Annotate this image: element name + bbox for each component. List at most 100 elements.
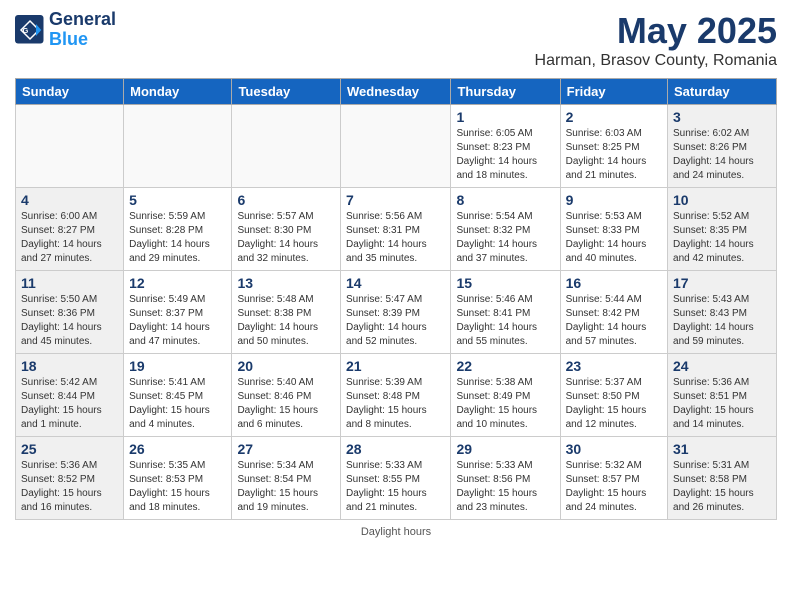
calendar-cell: 7Sunrise: 5:56 AM Sunset: 8:31 PM Daylig… bbox=[341, 188, 451, 271]
month-title: May 2025 bbox=[535, 10, 777, 52]
calendar-cell: 12 Sunrise: 5:49 AM Sunset: 8:37 PM Dayli… bbox=[124, 271, 232, 354]
logo-blue: Blue bbox=[49, 30, 116, 50]
day-info: Sunrise: 5:38 AM Sunset: 8:49 PM Dayligh… bbox=[456, 376, 554, 432]
day-info: Sunrise: 5:44 AM Sunset: 8:42 PM Dayligh… bbox=[566, 293, 662, 349]
footer: Daylight hours bbox=[15, 526, 777, 538]
calendar-cell: 11Sunrise: 5:50 AM Sunset: 8:36 PM Dayli… bbox=[16, 271, 124, 354]
day-info: Sunrise: 5:39 AM Sunset: 8:48 PM Dayligh… bbox=[346, 376, 445, 432]
calendar-week-row: 11Sunrise: 5:50 AM Sunset: 8:36 PM Dayli… bbox=[16, 271, 777, 354]
calendar-cell: 2Sunrise: 6:03 AM Sunset: 8:25 PM Daylig… bbox=[560, 105, 667, 188]
calendar-week-row: 1Sunrise: 6:05 AM Sunset: 8:23 PM Daylig… bbox=[16, 105, 777, 188]
day-info: Sunrise: 5:52 AM Sunset: 8:35 PM Dayligh… bbox=[673, 210, 771, 266]
svg-text:G: G bbox=[23, 26, 29, 35]
day-number: 22 bbox=[456, 358, 554, 374]
day-number: 12 bbox=[129, 275, 226, 291]
day-info: Sunrise: 5:36 AM Sunset: 8:51 PM Dayligh… bbox=[673, 376, 771, 432]
day-number: 28 bbox=[346, 441, 445, 457]
day-info: Sunrise: 5:40 AM Sunset: 8:46 PM Dayligh… bbox=[237, 376, 335, 432]
calendar-header-monday: Monday bbox=[124, 79, 232, 105]
location: Harman, Brasov County, Romania bbox=[535, 52, 777, 70]
day-info: Sunrise: 5:54 AM Sunset: 8:32 PM Dayligh… bbox=[456, 210, 554, 266]
day-number: 15 bbox=[456, 275, 554, 291]
calendar-cell bbox=[341, 105, 451, 188]
day-info: Sunrise: 5:32 AM Sunset: 8:57 PM Dayligh… bbox=[566, 459, 662, 515]
day-number: 31 bbox=[673, 441, 771, 457]
daylight-label: Daylight hours bbox=[361, 526, 431, 538]
day-number: 29 bbox=[456, 441, 554, 457]
calendar-cell: 5 Sunrise: 5:59 AM Sunset: 8:28 PM Daylig… bbox=[124, 188, 232, 271]
logo: G General Blue bbox=[15, 10, 116, 50]
day-info: Sunrise: 5:57 AM Sunset: 8:30 PM Dayligh… bbox=[237, 210, 335, 266]
calendar-cell: 17 Sunrise: 5:43 AM Sunset: 8:43 PM Dayli… bbox=[668, 271, 777, 354]
day-number: 21 bbox=[346, 358, 445, 374]
calendar-week-row: 18 Sunrise: 5:42 AM Sunset: 8:44 PM Dayli… bbox=[16, 354, 777, 437]
calendar-header-sunday: Sunday bbox=[16, 79, 124, 105]
logo-icon: G bbox=[15, 15, 45, 45]
day-info: Sunrise: 5:43 AM Sunset: 8:43 PM Dayligh… bbox=[673, 293, 771, 349]
day-info: Sunrise: 6:02 AM Sunset: 8:26 PM Dayligh… bbox=[673, 127, 771, 183]
calendar-cell bbox=[124, 105, 232, 188]
calendar-cell: 3 Sunrise: 6:02 AM Sunset: 8:26 PM Daylig… bbox=[668, 105, 777, 188]
calendar-table: SundayMondayTuesdayWednesdayThursdayFrid… bbox=[15, 78, 777, 520]
calendar-header-thursday: Thursday bbox=[451, 79, 560, 105]
day-number: 3 bbox=[673, 109, 771, 125]
day-info: Sunrise: 5:53 AM Sunset: 8:33 PM Dayligh… bbox=[566, 210, 662, 266]
day-number: 26 bbox=[129, 441, 226, 457]
calendar-cell: 29Sunrise: 5:33 AM Sunset: 8:56 PM Dayli… bbox=[451, 437, 560, 520]
day-number: 20 bbox=[237, 358, 335, 374]
calendar-cell: 10 Sunrise: 5:52 AM Sunset: 8:35 PM Dayli… bbox=[668, 188, 777, 271]
day-number: 27 bbox=[237, 441, 335, 457]
day-number: 7 bbox=[346, 192, 445, 208]
day-info: Sunrise: 5:59 AM Sunset: 8:28 PM Dayligh… bbox=[129, 210, 226, 266]
day-info: Sunrise: 5:36 AM Sunset: 8:52 PM Dayligh… bbox=[21, 459, 118, 515]
day-number: 8 bbox=[456, 192, 554, 208]
calendar-cell: 24 Sunrise: 5:36 AM Sunset: 8:51 PM Dayli… bbox=[668, 354, 777, 437]
calendar-cell: 20 Sunrise: 5:40 AM Sunset: 8:46 PM Dayli… bbox=[232, 354, 341, 437]
calendar-cell: 14Sunrise: 5:47 AM Sunset: 8:39 PM Dayli… bbox=[341, 271, 451, 354]
day-info: Sunrise: 5:42 AM Sunset: 8:44 PM Dayligh… bbox=[21, 376, 118, 432]
day-number: 4 bbox=[21, 192, 118, 208]
calendar-header-tuesday: Tuesday bbox=[232, 79, 341, 105]
calendar-header-saturday: Saturday bbox=[668, 79, 777, 105]
day-number: 23 bbox=[566, 358, 662, 374]
day-info: Sunrise: 6:05 AM Sunset: 8:23 PM Dayligh… bbox=[456, 127, 554, 183]
day-number: 17 bbox=[673, 275, 771, 291]
calendar-cell bbox=[232, 105, 341, 188]
calendar-cell: 4 Sunrise: 6:00 AM Sunset: 8:27 PM Daylig… bbox=[16, 188, 124, 271]
day-number: 13 bbox=[237, 275, 335, 291]
calendar-cell: 19Sunrise: 5:41 AM Sunset: 8:45 PM Dayli… bbox=[124, 354, 232, 437]
day-info: Sunrise: 6:03 AM Sunset: 8:25 PM Dayligh… bbox=[566, 127, 662, 183]
day-info: Sunrise: 5:33 AM Sunset: 8:55 PM Dayligh… bbox=[346, 459, 445, 515]
day-info: Sunrise: 5:49 AM Sunset: 8:37 PM Dayligh… bbox=[129, 293, 226, 349]
calendar-cell: 18 Sunrise: 5:42 AM Sunset: 8:44 PM Dayli… bbox=[16, 354, 124, 437]
calendar-cell: 22 Sunrise: 5:38 AM Sunset: 8:49 PM Dayli… bbox=[451, 354, 560, 437]
calendar-header-friday: Friday bbox=[560, 79, 667, 105]
day-info: Sunrise: 5:48 AM Sunset: 8:38 PM Dayligh… bbox=[237, 293, 335, 349]
day-number: 16 bbox=[566, 275, 662, 291]
day-number: 19 bbox=[129, 358, 226, 374]
calendar-cell: 25 Sunrise: 5:36 AM Sunset: 8:52 PM Dayli… bbox=[16, 437, 124, 520]
day-number: 14 bbox=[346, 275, 445, 291]
day-number: 9 bbox=[566, 192, 662, 208]
title-block: May 2025 Harman, Brasov County, Romania bbox=[535, 10, 777, 70]
calendar-cell: 6 Sunrise: 5:57 AM Sunset: 8:30 PM Daylig… bbox=[232, 188, 341, 271]
calendar-cell: 1Sunrise: 6:05 AM Sunset: 8:23 PM Daylig… bbox=[451, 105, 560, 188]
calendar-cell: 13 Sunrise: 5:48 AM Sunset: 8:38 PM Dayli… bbox=[232, 271, 341, 354]
calendar-header-wednesday: Wednesday bbox=[341, 79, 451, 105]
calendar-week-row: 25 Sunrise: 5:36 AM Sunset: 8:52 PM Dayli… bbox=[16, 437, 777, 520]
day-number: 6 bbox=[237, 192, 335, 208]
day-number: 18 bbox=[21, 358, 118, 374]
day-number: 5 bbox=[129, 192, 226, 208]
day-info: Sunrise: 5:34 AM Sunset: 8:54 PM Dayligh… bbox=[237, 459, 335, 515]
day-number: 10 bbox=[673, 192, 771, 208]
calendar-cell: 30Sunrise: 5:32 AM Sunset: 8:57 PM Dayli… bbox=[560, 437, 667, 520]
page: G General Blue May 2025 Harman, Brasov C… bbox=[0, 0, 792, 612]
day-info: Sunrise: 6:00 AM Sunset: 8:27 PM Dayligh… bbox=[21, 210, 118, 266]
day-number: 24 bbox=[673, 358, 771, 374]
day-number: 25 bbox=[21, 441, 118, 457]
calendar-cell: 9 Sunrise: 5:53 AM Sunset: 8:33 PM Daylig… bbox=[560, 188, 667, 271]
calendar-cell: 27 Sunrise: 5:34 AM Sunset: 8:54 PM Dayli… bbox=[232, 437, 341, 520]
day-info: Sunrise: 5:46 AM Sunset: 8:41 PM Dayligh… bbox=[456, 293, 554, 349]
calendar-cell: 26Sunrise: 5:35 AM Sunset: 8:53 PM Dayli… bbox=[124, 437, 232, 520]
calendar-cell: 21 Sunrise: 5:39 AM Sunset: 8:48 PM Dayli… bbox=[341, 354, 451, 437]
